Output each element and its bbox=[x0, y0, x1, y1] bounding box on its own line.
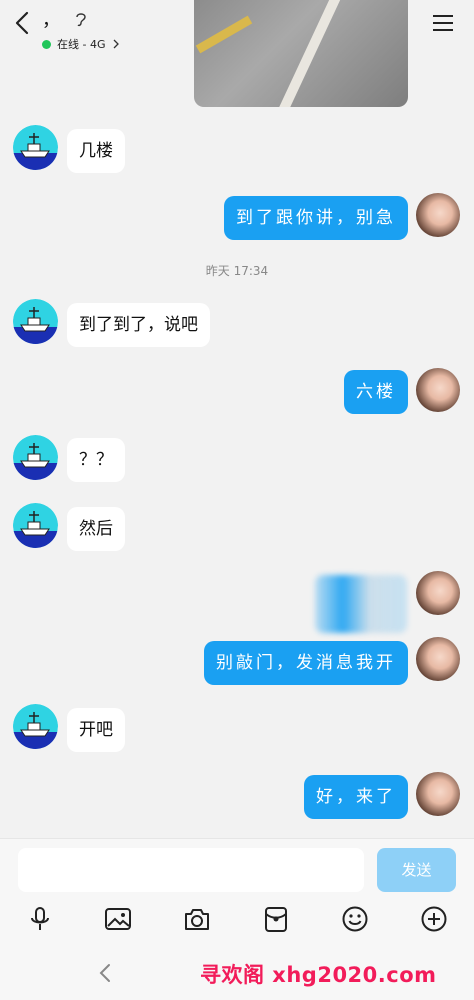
message-bubble[interactable]: 开吧 bbox=[67, 708, 125, 752]
message-bubble[interactable]: 六楼 bbox=[344, 370, 408, 414]
red-packet-icon[interactable] bbox=[262, 905, 290, 933]
back-icon[interactable] bbox=[10, 8, 36, 38]
contact-avatar[interactable] bbox=[13, 299, 58, 344]
input-toolbar bbox=[0, 903, 474, 939]
microphone-icon[interactable] bbox=[26, 905, 54, 933]
chevron-right-icon[interactable] bbox=[112, 39, 120, 49]
message-bubble[interactable]: 好，来了 bbox=[304, 775, 408, 819]
message-bubble[interactable]: 几楼 bbox=[67, 129, 125, 173]
watermark-text: 寻欢阁 xhg2020.com bbox=[200, 963, 437, 987]
camera-icon[interactable] bbox=[183, 905, 211, 933]
message-bubble[interactable]: 别敲门，发消息我开 bbox=[204, 641, 408, 685]
timestamp: 昨天 17:34 bbox=[205, 264, 269, 278]
contact-avatar[interactable] bbox=[13, 704, 58, 749]
chat-message-list[interactable]: 几楼 到了跟你讲，别急 昨天 17:34 到了到了，说吧 六楼 ？？ 然后 别敲… bbox=[0, 0, 474, 838]
system-nav-bar: 寻欢阁 xhg2020.com bbox=[0, 948, 474, 1000]
message-bubble[interactable]: 然后 bbox=[67, 507, 125, 551]
image-icon[interactable] bbox=[104, 905, 132, 933]
send-button[interactable]: 发送 bbox=[377, 848, 456, 892]
message-bubble[interactable]: 到了到了，说吧 bbox=[67, 303, 210, 347]
message-bubble[interactable]: ？？ bbox=[67, 438, 125, 482]
chat-header: ， 在线 - 4G bbox=[0, 0, 474, 56]
user-avatar[interactable] bbox=[416, 368, 460, 412]
input-bar: 发送 bbox=[0, 838, 474, 949]
online-status-text[interactable]: 在线 - 4G bbox=[57, 36, 106, 52]
blurred-message-bubble[interactable] bbox=[315, 575, 407, 633]
contact-avatar[interactable] bbox=[13, 125, 58, 170]
contact-avatar[interactable] bbox=[13, 503, 58, 548]
user-avatar[interactable] bbox=[416, 571, 460, 615]
menu-icon[interactable] bbox=[432, 14, 454, 32]
ear-icon bbox=[74, 11, 88, 27]
user-avatar[interactable] bbox=[416, 637, 460, 681]
online-status-dot bbox=[42, 39, 51, 49]
contact-avatar[interactable] bbox=[13, 435, 58, 480]
plus-icon[interactable] bbox=[420, 905, 448, 933]
contact-name[interactable]: ， bbox=[42, 6, 60, 32]
user-avatar[interactable] bbox=[416, 193, 460, 237]
user-avatar[interactable] bbox=[416, 772, 460, 816]
emoji-icon[interactable] bbox=[341, 905, 369, 933]
nav-back-icon[interactable] bbox=[97, 962, 113, 984]
message-bubble[interactable]: 到了跟你讲，别急 bbox=[224, 196, 408, 240]
message-input[interactable] bbox=[18, 848, 364, 892]
